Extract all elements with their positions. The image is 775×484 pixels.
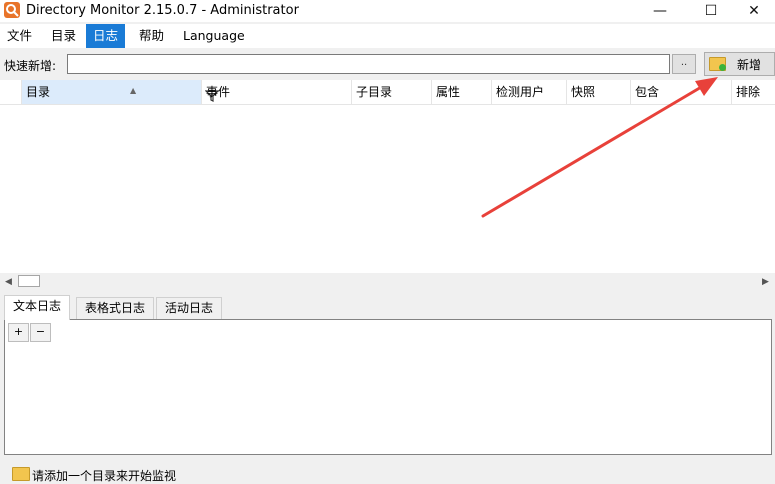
column-header-include[interactable]: 包含 xyxy=(631,80,732,104)
column-header-snapshot[interactable]: 快照 xyxy=(567,80,631,104)
menu-language[interactable]: Language xyxy=(176,24,252,48)
menu-file[interactable]: 文件 xyxy=(0,24,39,48)
quick-add-input[interactable] xyxy=(67,54,670,74)
collapse-button[interactable]: − xyxy=(30,323,51,342)
column-header-directory[interactable]: 目录 ▲ xyxy=(22,80,220,104)
menu-help[interactable]: 帮助 xyxy=(132,24,171,48)
sort-ascending-icon: ▲ xyxy=(130,86,137,95)
menu-directory[interactable]: 目录 xyxy=(44,24,83,48)
column-header-exclude[interactable]: 排除 xyxy=(732,80,775,104)
scrollbar-thumb[interactable] xyxy=(18,275,40,287)
column-header-blank xyxy=(0,80,22,104)
status-text: 请添加一个目录来开始监视 xyxy=(32,469,177,483)
minimize-button[interactable]: — xyxy=(637,0,683,22)
menu-log[interactable]: 日志 xyxy=(86,24,126,48)
column-header-label: 目录 xyxy=(26,85,51,99)
expand-button[interactable]: + xyxy=(8,323,29,342)
table-header: 目录 ▲ 事件 子目录 属性 检测用户 快照 包含 排除 xyxy=(0,80,775,105)
menu-bar: 文件 目录 日志 帮助 Language xyxy=(0,24,775,48)
maximize-button[interactable]: ☐ xyxy=(688,0,734,22)
column-header-detect-user[interactable]: 检测用户 xyxy=(492,80,567,104)
scroll-right-arrow-icon[interactable]: ▶ xyxy=(762,277,769,287)
column-header-attributes[interactable]: 属性 xyxy=(432,80,492,104)
add-button[interactable]: 新增 xyxy=(704,52,775,76)
window-title: Directory Monitor 2.15.0.7 - Administrat… xyxy=(26,3,299,18)
title-bar: Directory Monitor 2.15.0.7 - Administrat… xyxy=(0,0,775,22)
log-panel[interactable]: + − xyxy=(4,319,772,455)
tab-activity-log[interactable]: 活动日志 xyxy=(156,297,223,319)
horizontal-scrollbar[interactable]: ◀ ▶ xyxy=(0,273,775,290)
add-button-label: 新增 xyxy=(737,58,762,72)
close-button[interactable]: ✕ xyxy=(731,0,775,22)
browse-button[interactable]: .. xyxy=(672,54,696,74)
tab-text-log[interactable]: 文本日志 xyxy=(4,295,71,320)
directory-table[interactable]: 目录 ▲ 事件 子目录 属性 检测用户 快照 包含 排除 xyxy=(0,80,775,273)
column-header-event[interactable]: 事件 xyxy=(202,80,352,104)
plus-badge-icon xyxy=(719,64,726,71)
column-header-subdirectory[interactable]: 子目录 xyxy=(352,80,432,104)
folder-icon xyxy=(12,467,30,481)
scroll-left-arrow-icon[interactable]: ◀ xyxy=(5,277,12,287)
quick-add-label: 快速新增: xyxy=(4,59,57,73)
status-bar: 请添加一个目录来开始监视 xyxy=(0,462,775,483)
tab-table-log[interactable]: 表格式日志 xyxy=(76,297,155,319)
app-logo-icon xyxy=(4,2,20,18)
